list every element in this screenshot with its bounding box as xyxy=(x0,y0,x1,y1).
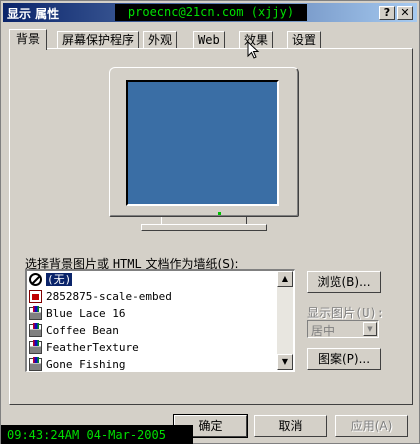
paint-bucket-icon xyxy=(29,340,42,354)
scroll-down-arrow-icon[interactable]: ▼ xyxy=(277,354,293,370)
title-bar[interactable]: 显示 属性 proecnc@21cn.com (xjjy) ? ✕ xyxy=(3,3,417,22)
paint-bucket-icon xyxy=(29,323,42,337)
list-item-label: (无) xyxy=(44,272,74,287)
mouse-pointer-icon xyxy=(247,41,260,59)
close-button[interactable]: ✕ xyxy=(397,6,413,20)
apply-button[interactable]: 应用(A) xyxy=(335,415,408,437)
list-item[interactable]: Blue Lace 16 xyxy=(27,305,294,322)
tab-web-label: Web xyxy=(198,33,220,47)
help-button[interactable]: ? xyxy=(379,6,395,20)
tab-screensaver-label: 屏幕保护程序 xyxy=(62,33,135,47)
tab-background-label: 背景 xyxy=(16,32,41,46)
chevron-down-icon[interactable]: ▼ xyxy=(363,322,377,336)
paint-bucket-icon xyxy=(29,357,42,371)
paint-bucket-icon xyxy=(29,306,42,320)
tab-settings-label: 设置 xyxy=(292,33,317,47)
tab-screensaver[interactable]: 屏幕保护程序 xyxy=(57,31,140,49)
wallpaper-list[interactable]: (无) 2852875-scale-embed Blue Lace 16 Cof… xyxy=(25,269,295,372)
scroll-up-arrow-icon[interactable]: ▲ xyxy=(277,271,293,287)
display-picture-label: 显示图片(U): xyxy=(307,304,384,321)
list-item-label: Blue Lace 16 xyxy=(46,307,126,320)
list-item[interactable]: Gone Fishing xyxy=(27,356,294,371)
list-item[interactable]: FeatherTexture xyxy=(27,339,294,356)
display-picture-label-text: 显示图片 xyxy=(307,306,356,320)
display-picture-label-key: (U): xyxy=(355,306,384,320)
monitor-preview xyxy=(109,67,299,217)
browse-button[interactable]: 浏览(B)... xyxy=(307,271,381,293)
tab-settings[interactable]: 设置 xyxy=(287,31,322,49)
tab-background[interactable]: 背景 xyxy=(9,29,48,50)
list-item-label: Coffee Bean xyxy=(46,324,119,337)
window-title: 显示 属性 xyxy=(7,7,60,21)
cancel-button[interactable]: 取消 xyxy=(254,415,327,437)
pattern-button[interactable]: 图案(P)... xyxy=(307,348,381,370)
power-led-icon xyxy=(218,212,221,215)
display-picture-select[interactable]: 居中 ▼ xyxy=(307,320,379,338)
list-item[interactable]: Coffee Bean xyxy=(27,322,294,339)
display-picture-value: 居中 xyxy=(311,324,336,338)
list-item-label: FeatherTexture xyxy=(46,341,139,354)
display-properties-dialog: 显示 属性 proecnc@21cn.com (xjjy) ? ✕ 背景 屏幕保… xyxy=(0,0,420,444)
list-item-label: Gone Fishing xyxy=(46,358,126,371)
list-item-label: 2852875-scale-embed xyxy=(46,290,172,303)
list-item[interactable]: 2852875-scale-embed xyxy=(27,288,294,305)
list-item[interactable]: (无) xyxy=(27,271,294,288)
tab-strip: 背景 屏幕保护程序 外观 Web 效果 设置 xyxy=(9,29,413,50)
timestamp-overlay: 09:43:24AM 04-Mar-2005 xyxy=(1,425,193,444)
tab-web[interactable]: Web xyxy=(193,31,225,49)
watermark-overlay: proecnc@21cn.com (xjjy) xyxy=(115,4,307,21)
wallpaper-list-scrollbar[interactable]: ▲ ▼ xyxy=(277,271,293,370)
tab-appearance[interactable]: 外观 xyxy=(143,31,178,49)
desktop-preview-screen xyxy=(126,80,279,206)
none-icon xyxy=(29,273,42,286)
monitor-base xyxy=(141,224,267,231)
picture-icon xyxy=(29,290,42,303)
tab-appearance-label: 外观 xyxy=(148,33,173,47)
